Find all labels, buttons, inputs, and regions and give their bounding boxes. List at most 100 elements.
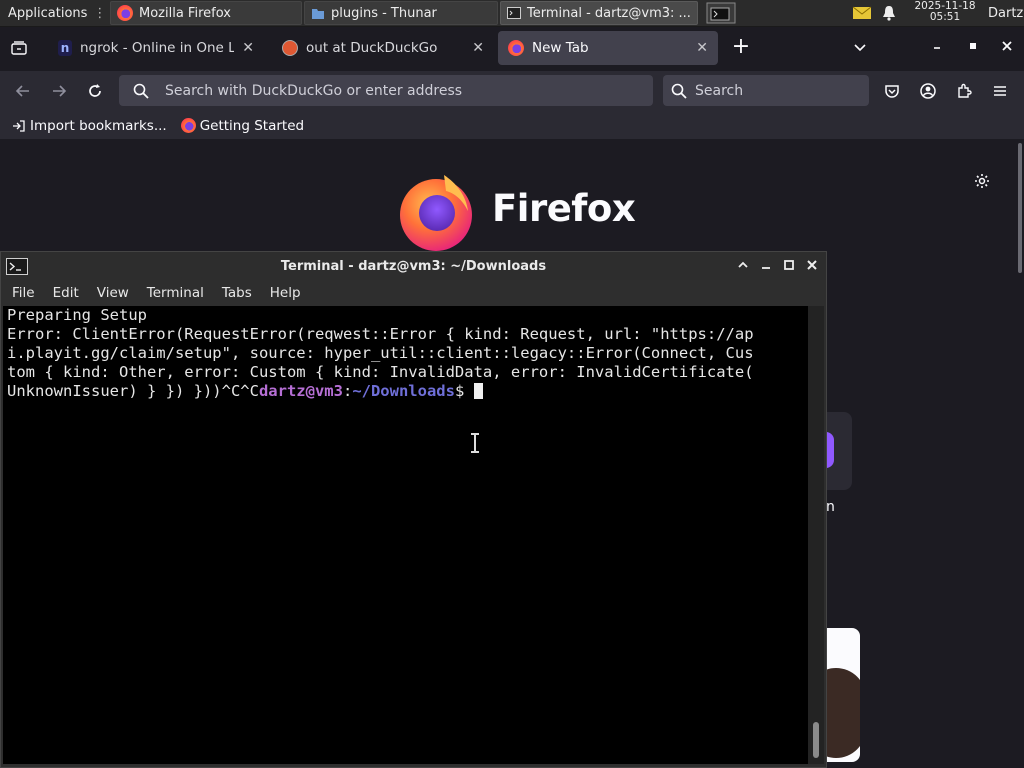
menu-help[interactable]: Help bbox=[259, 285, 308, 301]
app-menu-button[interactable] bbox=[992, 83, 1010, 101]
account-button[interactable] bbox=[920, 83, 938, 101]
show-desktop-button[interactable] bbox=[704, 1, 738, 25]
minimize-icon bbox=[934, 47, 940, 49]
terminal-output[interactable]: Preparing Setup Error: ClientError(Reque… bbox=[3, 306, 808, 764]
maximize-button[interactable] bbox=[966, 39, 984, 57]
user-name: Dartz bbox=[988, 5, 1024, 21]
firefox-wordmark: Firefox bbox=[492, 187, 636, 230]
tab-ngrok[interactable]: n ngrok - Online in One Line ✕ bbox=[48, 31, 264, 65]
puzzle-icon bbox=[958, 83, 972, 98]
pocket-button[interactable] bbox=[884, 83, 902, 101]
taskbar-item-thunar[interactable]: plugins - Thunar bbox=[304, 1, 498, 25]
gear-icon bbox=[975, 174, 989, 188]
clock[interactable]: 2025-11-18 05:51 bbox=[906, 1, 984, 25]
text-cursor bbox=[473, 383, 483, 399]
firefox-icon bbox=[117, 5, 133, 21]
back-button[interactable] bbox=[14, 82, 34, 102]
terminal-window: Terminal - dartz@vm3: ~/Downloads File E… bbox=[0, 251, 827, 768]
scrollbar-thumb[interactable] bbox=[813, 722, 819, 758]
arrow-left-icon bbox=[15, 85, 29, 97]
search-bar[interactable]: Search bbox=[663, 75, 869, 106]
firefox-icon bbox=[180, 118, 196, 133]
terminal-title: Terminal - dartz@vm3: ~/Downloads bbox=[280, 259, 547, 274]
close-button[interactable] bbox=[806, 259, 820, 273]
shortcut-icon bbox=[826, 432, 834, 468]
firefox-logo bbox=[396, 171, 478, 253]
import-bookmarks-item[interactable]: Import bookmarks... bbox=[12, 118, 167, 134]
close-window-button[interactable] bbox=[1000, 39, 1018, 57]
taskbar-item-terminal[interactable]: Terminal - dartz@vm3: ... bbox=[500, 1, 698, 25]
plus-icon: + bbox=[731, 34, 751, 59]
menu-file[interactable]: File bbox=[1, 285, 42, 301]
forward-button[interactable] bbox=[50, 82, 70, 102]
applications-separator: ⋮ bbox=[93, 5, 107, 21]
search-icon bbox=[133, 83, 149, 99]
terminal-prompt-line: UnknownIssuer) } }) }))^C^Cdartz@vm3:~/D… bbox=[7, 382, 804, 401]
clock-time: 05:51 bbox=[929, 11, 961, 23]
import-icon bbox=[13, 119, 25, 132]
bookmark-label: Import bookmarks... bbox=[30, 117, 167, 134]
terminal-line: i.playit.gg/claim/setup", source: hyper_… bbox=[7, 344, 754, 362]
shade-button[interactable] bbox=[737, 259, 751, 273]
shortcut-tile[interactable] bbox=[826, 412, 852, 490]
close-icon bbox=[807, 260, 817, 270]
terminal-line: UnknownIssuer) } }) }))^C^C bbox=[7, 382, 259, 400]
taskbar-item-firefox[interactable]: Mozilla Firefox bbox=[110, 1, 302, 25]
user-menu[interactable]: Dartz bbox=[984, 1, 1024, 25]
firefox-icon bbox=[508, 40, 524, 56]
menu-terminal[interactable]: Terminal bbox=[136, 285, 211, 301]
mail-notification-icon[interactable] bbox=[848, 1, 876, 25]
terminal-titlebar[interactable]: Terminal - dartz@vm3: ~/Downloads bbox=[1, 252, 826, 280]
terminal-launcher-icon bbox=[706, 2, 736, 24]
menu-edit[interactable]: Edit bbox=[42, 285, 86, 301]
applications-label: Applications bbox=[8, 5, 88, 21]
applications-menu-button[interactable]: Applications ⋮ bbox=[0, 1, 110, 25]
account-icon bbox=[920, 83, 936, 99]
reload-button[interactable] bbox=[86, 82, 106, 102]
tab-bar: n ngrok - Online in One Line ✕ out at Du… bbox=[0, 27, 1024, 71]
ngrok-icon: n bbox=[58, 40, 72, 56]
bookmark-label: Getting Started bbox=[199, 117, 305, 134]
folder-icon bbox=[312, 9, 324, 19]
firefox-view-button[interactable] bbox=[8, 37, 30, 59]
tab-duckduckgo[interactable]: out at DuckDuckGo ✕ bbox=[272, 31, 494, 65]
terminal-scrollbar[interactable] bbox=[808, 306, 824, 764]
search-placeholder: Search bbox=[695, 82, 744, 99]
chevron-up-icon bbox=[738, 261, 748, 268]
page-scrollbar[interactable] bbox=[1018, 143, 1022, 273]
chevron-down-icon bbox=[854, 44, 866, 52]
minimize-button[interactable] bbox=[760, 259, 774, 273]
terminal-line: Preparing Setup bbox=[7, 306, 147, 324]
terminal-menubar: File Edit View Terminal Tabs Help bbox=[1, 280, 826, 306]
tab-label: out at DuckDuckGo bbox=[306, 40, 438, 56]
tab-label: ngrok - Online in One Line bbox=[80, 40, 235, 56]
search-icon bbox=[671, 83, 687, 99]
url-bar[interactable]: Search with DuckDuckGo or enter address bbox=[119, 75, 653, 106]
customize-button[interactable] bbox=[974, 173, 992, 191]
close-icon[interactable]: ✕ bbox=[242, 40, 254, 56]
arrow-right-icon bbox=[53, 85, 67, 97]
close-icon[interactable]: ✕ bbox=[472, 40, 484, 56]
terminal-line: tom { kind: Other, error: Custom { kind:… bbox=[7, 363, 754, 381]
tab-new-tab[interactable]: New Tab ✕ bbox=[498, 31, 718, 65]
taskbar-item-label: Terminal - dartz@vm3: ... bbox=[527, 5, 691, 21]
tab-label: New Tab bbox=[532, 40, 589, 56]
menu-view[interactable]: View bbox=[86, 285, 136, 301]
close-icon[interactable]: ✕ bbox=[696, 40, 708, 56]
new-tab-button[interactable]: + bbox=[730, 34, 752, 59]
minimize-button[interactable] bbox=[930, 39, 948, 57]
extensions-button[interactable] bbox=[956, 83, 974, 101]
bell-icon[interactable] bbox=[878, 1, 902, 25]
list-all-tabs-button[interactable] bbox=[852, 39, 872, 59]
firefox-view-icon bbox=[11, 41, 27, 55]
getting-started-bookmark[interactable]: Getting Started bbox=[180, 117, 305, 134]
minimize-icon bbox=[762, 267, 770, 269]
story-card[interactable] bbox=[826, 628, 860, 762]
firefox-logo-icon bbox=[400, 175, 472, 251]
prompt-user: dartz@vm3 bbox=[258, 382, 343, 400]
terminal-line: Error: ClientError(RequestError(reqwest:… bbox=[7, 325, 754, 343]
menu-tabs[interactable]: Tabs bbox=[211, 285, 259, 301]
taskbar-item-label: plugins - Thunar bbox=[331, 5, 437, 21]
top-panel: Applications ⋮ Mozilla Firefox plugins -… bbox=[0, 0, 1024, 27]
maximize-button[interactable] bbox=[783, 259, 797, 273]
